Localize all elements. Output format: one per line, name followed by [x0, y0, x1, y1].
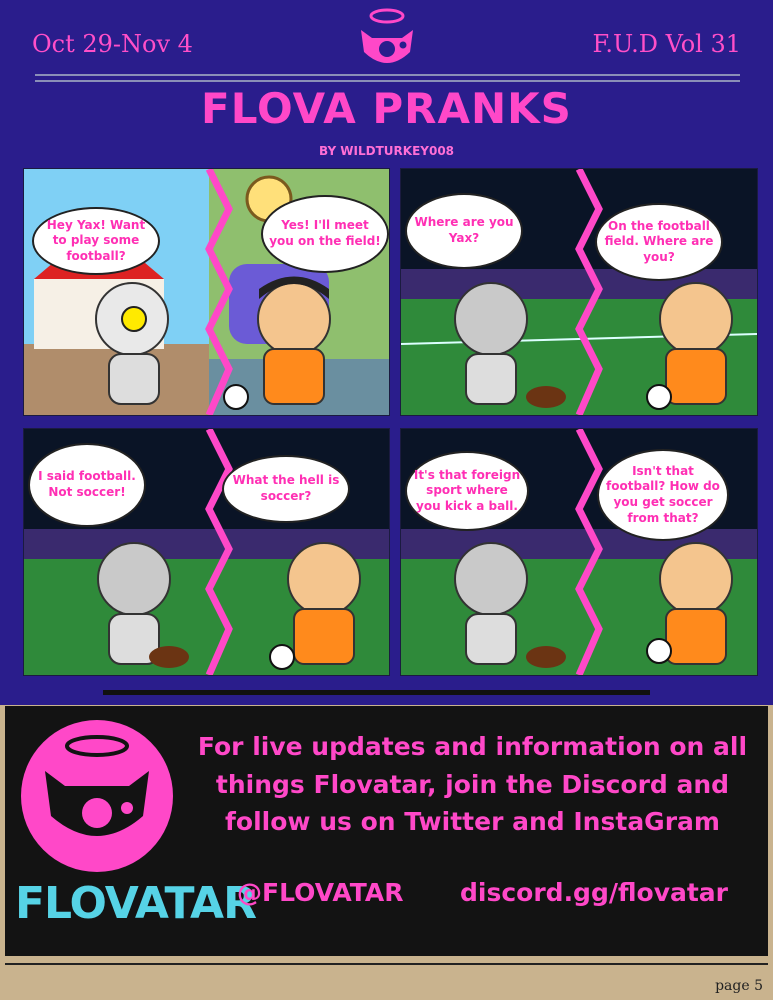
flovatar-logo-icon — [361, 8, 413, 63]
page-rule — [5, 963, 768, 965]
speech-bubble: Isn't that football? How do you get socc… — [597, 449, 729, 541]
header-area: Oct 29-Nov 4 F.U.D Vol 31 FLOVA PRANKS B… — [0, 0, 773, 705]
comic-byline: BY WILDTURKEY008 — [318, 144, 455, 158]
promo-text: For live updates and information on all … — [197, 732, 748, 836]
flovatar-logo-icon — [21, 720, 173, 872]
divider-line — [35, 80, 740, 82]
flovatar-wordmark: FLOVATAR — [15, 878, 257, 929]
discord-link[interactable]: discord.gg/flovatar — [460, 878, 728, 907]
speech-bubble: It's that foreign sport where you kick a… — [405, 451, 529, 531]
comic-panel-2: Where are you Yax? On the football field… — [400, 168, 758, 416]
speech-bubble: I said football. Not soccer! — [28, 443, 146, 527]
comic-panel-1: Hey Yax! Want to play some football? Yes… — [23, 168, 390, 416]
speech-bubble: Where are you Yax? — [405, 193, 523, 269]
speech-bubble: On the football field. Where are you? — [595, 203, 723, 281]
speech-bubble: Hey Yax! Want to play some football? — [32, 207, 160, 275]
date-range: Oct 29-Nov 4 — [32, 30, 193, 58]
volume: F.U.D Vol 31 — [592, 30, 742, 58]
twitter-handle[interactable]: @FLOVATAR — [237, 878, 403, 907]
comic-panel-3: I said football. Not soccer! What the he… — [23, 428, 390, 676]
section-divider — [103, 690, 650, 695]
comic-title: FLOVA PRANKS — [201, 84, 572, 133]
speech-bubble: What the hell is soccer? — [222, 455, 350, 523]
footer-banner: FLOVATAR For live updates and informatio… — [5, 706, 768, 956]
divider-line — [35, 74, 740, 76]
page-number: page 5 — [715, 978, 763, 994]
comic-panel-4: It's that foreign sport where you kick a… — [400, 428, 758, 676]
speech-bubble: Yes! I'll meet you on the field! — [261, 195, 389, 273]
